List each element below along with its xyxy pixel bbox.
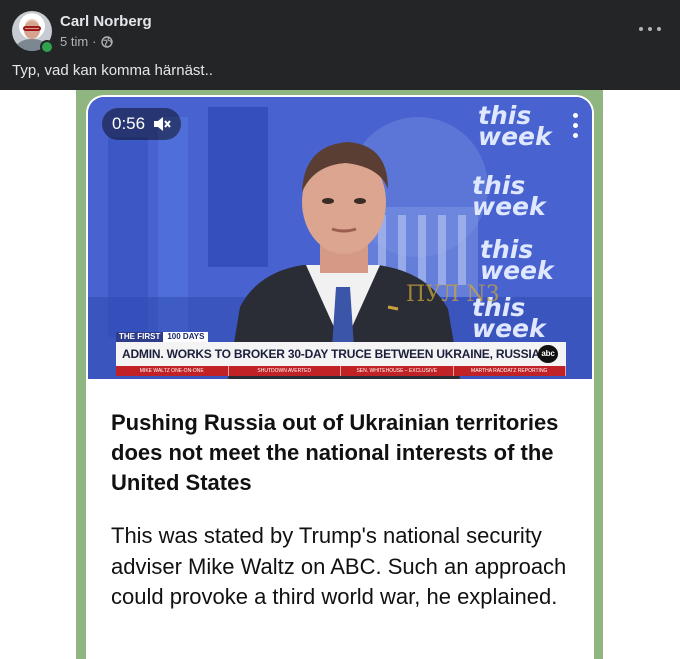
show-badge: THE FIRST 100 DAYS [116,332,209,342]
author-name[interactable]: Carl Norberg [60,13,152,30]
abc-logo: abc [538,345,558,363]
news-headline: ADMIN. WORKS TO BROKER 30-DAY TRUCE BETW… [116,342,566,366]
post-time[interactable]: 5 tim [60,34,88,49]
badge-the-first: THE FIRST [116,332,164,342]
ticker-item: MIKE WALTZ ONE-ON-ONE [116,366,229,376]
video-timestamp: 0:56 [112,114,146,133]
brand-logo-mid: this week [472,173,546,221]
post-media[interactable]: this week this week this week this week … [76,90,603,659]
brand-week: week [472,192,546,221]
article-title: Pushing Russia out of Ukrainian territor… [111,410,559,495]
brand-logo-abc: this week [480,237,554,285]
video-time-chip[interactable]: 0:56 [102,108,182,140]
badge-100-days: 100 DAYS [163,332,209,342]
ticker-item: SEN. WHITEHOUSE – EXCLUSIVE [341,366,454,376]
channel-watermark: ПУЛ N3 [406,282,500,307]
online-status-icon [40,40,54,54]
globe-icon [100,35,113,48]
post-caption: Typ, vad kan komma härnäst.. [12,62,213,79]
news-card: this week this week this week this week … [86,95,594,659]
post-meta: 5 tim · [60,34,113,49]
post-header: Carl Norberg 5 tim · Typ, vad kan komma … [0,0,680,90]
video-player[interactable]: this week this week this week this week … [88,97,592,379]
meta-separator: · [92,34,97,49]
avatar-glasses [23,26,41,31]
headline-text: ADMIN. WORKS TO BROKER 30-DAY TRUCE BETW… [122,347,541,361]
news-lower-third: THE FIRST 100 DAYS ADMIN. WORKS TO BROKE… [116,332,566,378]
more-horizontal-icon[interactable] [638,17,662,41]
mute-icon[interactable] [153,116,171,132]
ticker-item: SHUTDOWN AVERTED [229,366,341,376]
ticker-item: MARTHA RADDATZ REPORTING [454,366,566,376]
brand-week: week [480,256,554,285]
brand-logo-top: this week [478,103,552,151]
article-body: This was stated by Trump's national secu… [111,523,567,609]
brand-week: week [478,122,552,151]
more-vertical-icon[interactable] [570,111,580,141]
news-ticker: MIKE WALTZ ONE-ON-ONE SHUTDOWN AVERTED S… [116,366,566,376]
